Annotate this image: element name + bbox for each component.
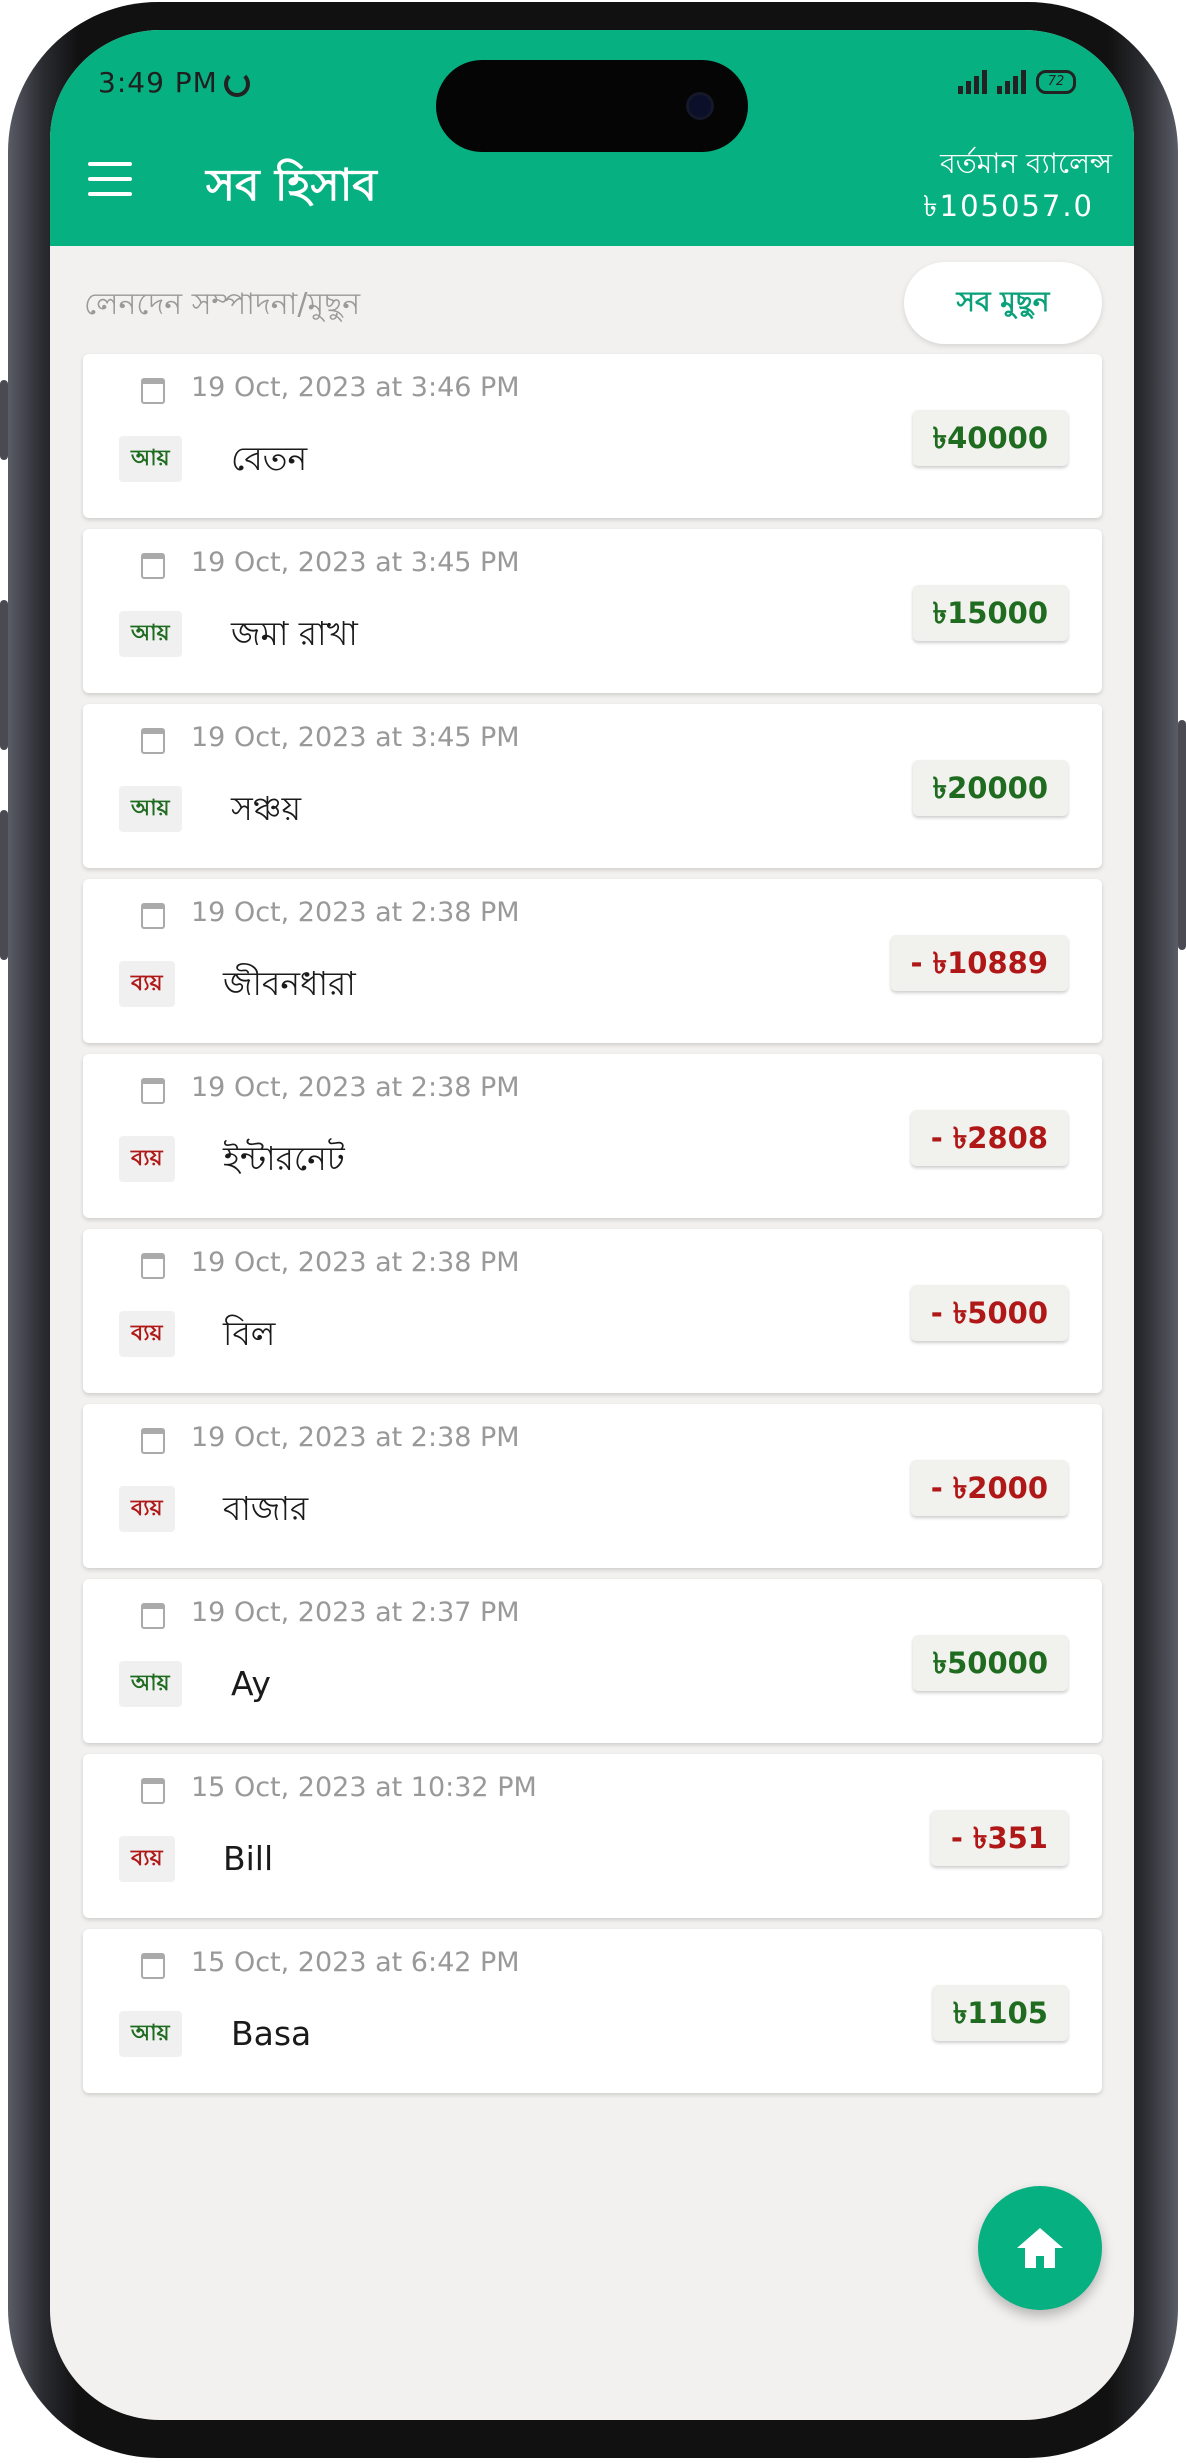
transaction-type-tag: ব্যয় — [119, 1136, 175, 1182]
calendar-icon — [141, 1778, 165, 1804]
transaction-type-tag: ব্যয় — [119, 1486, 175, 1532]
transaction-description: ইন্টারনেট — [223, 1139, 345, 1178]
transaction-type-tag: আয় — [119, 1661, 182, 1707]
status-time: 3:49 PM — [98, 66, 250, 99]
transaction-amount: - ৳2808 — [910, 1110, 1068, 1166]
transaction-card[interactable]: 19 Oct, 2023 at 2:37 PM আয় Ay ৳50000 — [83, 1579, 1102, 1743]
phone-side-button — [0, 810, 8, 960]
edit-delete-hint: লেনদেন সম্পাদনা/মুছুন — [84, 287, 361, 322]
transaction-amount: - ৳10889 — [890, 935, 1068, 991]
calendar-icon — [141, 378, 165, 404]
transaction-description: Basa — [231, 2014, 312, 2053]
battery-icon: 72 — [1036, 70, 1076, 94]
transaction-description: জমা রাখা — [231, 614, 358, 653]
transaction-amount: ৳40000 — [912, 410, 1068, 466]
transaction-amount: ৳20000 — [912, 760, 1068, 816]
transaction-card[interactable]: 19 Oct, 2023 at 2:38 PM ব্যয় বাজার - ৳2000 — [83, 1404, 1102, 1568]
transaction-amount: - ৳2000 — [910, 1460, 1068, 1516]
transaction-amount: ৳15000 — [912, 585, 1068, 641]
transaction-card[interactable]: 15 Oct, 2023 at 10:32 PM ব্যয় Bill - ৳351 — [83, 1754, 1102, 1918]
transaction-description: বাজার — [223, 1489, 309, 1528]
transaction-description: বিল — [223, 1314, 276, 1353]
transaction-date: 19 Oct, 2023 at 2:38 PM — [191, 1247, 520, 1278]
transaction-date: 19 Oct, 2023 at 3:45 PM — [191, 547, 520, 578]
transaction-card[interactable]: 15 Oct, 2023 at 6:42 PM আয় Basa ৳1105 — [83, 1929, 1102, 2093]
transaction-date: 19 Oct, 2023 at 3:46 PM — [191, 372, 520, 403]
transaction-type-tag: আয় — [119, 611, 182, 657]
transaction-type-tag: আয় — [119, 436, 182, 482]
transaction-date: 19 Oct, 2023 at 2:38 PM — [191, 1072, 520, 1103]
page-title: সব হিসাব — [206, 160, 377, 211]
transaction-date: 19 Oct, 2023 at 2:37 PM — [191, 1597, 520, 1628]
calendar-icon — [141, 1428, 165, 1454]
transaction-type-tag: ব্যয় — [119, 961, 175, 1007]
balance-label: বর্তমান ব্যালেন্স — [940, 147, 1112, 180]
delete-all-button[interactable]: সব মুছুন — [904, 262, 1102, 344]
phone-side-button — [0, 380, 8, 460]
hamburger-menu-icon[interactable] — [88, 162, 132, 196]
transaction-description: জীবনধারা — [223, 964, 356, 1003]
transaction-card[interactable]: 19 Oct, 2023 at 3:45 PM আয় জমা রাখা ৳15000 — [83, 529, 1102, 693]
calendar-icon — [141, 1603, 165, 1629]
status-icons: 72 — [958, 66, 1076, 94]
transaction-card[interactable]: 19 Oct, 2023 at 2:38 PM ব্যয় বিল - ৳5000 — [83, 1229, 1102, 1393]
signal-icon — [997, 70, 1026, 94]
calendar-icon — [141, 903, 165, 929]
transaction-date: 19 Oct, 2023 at 3:45 PM — [191, 722, 520, 753]
transaction-description: সঞ্চয় — [231, 789, 302, 828]
calendar-icon — [141, 1078, 165, 1104]
balance-value: ৳105057.0 — [923, 189, 1094, 223]
phone-side-button — [0, 600, 8, 750]
calendar-icon — [141, 553, 165, 579]
transaction-type-tag: ব্যয় — [119, 1311, 175, 1357]
calendar-icon — [141, 1953, 165, 1979]
transaction-amount: - ৳5000 — [910, 1285, 1068, 1341]
transaction-type-tag: ব্যয় — [119, 1836, 175, 1882]
transaction-card[interactable]: 19 Oct, 2023 at 3:45 PM আয় সঞ্চয় ৳20000 — [83, 704, 1102, 868]
transaction-amount: - ৳351 — [930, 1810, 1068, 1866]
transaction-type-tag: আয় — [119, 2011, 182, 2057]
calendar-icon — [141, 728, 165, 754]
dynamic-island — [436, 60, 748, 152]
transaction-description: বেতন — [231, 439, 308, 478]
home-icon — [1017, 2228, 1063, 2268]
transaction-list: 19 Oct, 2023 at 3:46 PM আয় বেতন ৳40000 19 O… — [83, 354, 1102, 2104]
transaction-card[interactable]: 19 Oct, 2023 at 2:38 PM ব্যয় জীবনধারা - ৳1… — [83, 879, 1102, 1043]
app-screen: 3:49 PM 72 সব হিসাব বর্তমান ব্যালেন্স ৳1… — [50, 30, 1134, 2420]
transaction-description: Bill — [223, 1839, 274, 1878]
signal-icon — [958, 70, 987, 94]
calendar-icon — [141, 1253, 165, 1279]
transaction-amount: ৳1105 — [932, 1985, 1068, 2041]
home-button[interactable] — [978, 2186, 1102, 2310]
sync-icon — [223, 71, 250, 97]
front-camera-icon — [686, 92, 714, 120]
transaction-description: Ay — [231, 1664, 271, 1703]
status-time-text: 3:49 PM — [98, 66, 218, 99]
transaction-date: 19 Oct, 2023 at 2:38 PM — [191, 1422, 520, 1453]
transaction-date: 19 Oct, 2023 at 2:38 PM — [191, 897, 520, 928]
transaction-type-tag: আয় — [119, 786, 182, 832]
transaction-amount: ৳50000 — [912, 1635, 1068, 1691]
phone-side-button — [1178, 720, 1186, 950]
transaction-date: 15 Oct, 2023 at 6:42 PM — [191, 1947, 520, 1978]
transaction-card[interactable]: 19 Oct, 2023 at 3:46 PM আয় বেতন ৳40000 — [83, 354, 1102, 518]
transaction-date: 15 Oct, 2023 at 10:32 PM — [191, 1772, 537, 1803]
transaction-card[interactable]: 19 Oct, 2023 at 2:38 PM ব্যয় ইন্টারনেট - ৳… — [83, 1054, 1102, 1218]
